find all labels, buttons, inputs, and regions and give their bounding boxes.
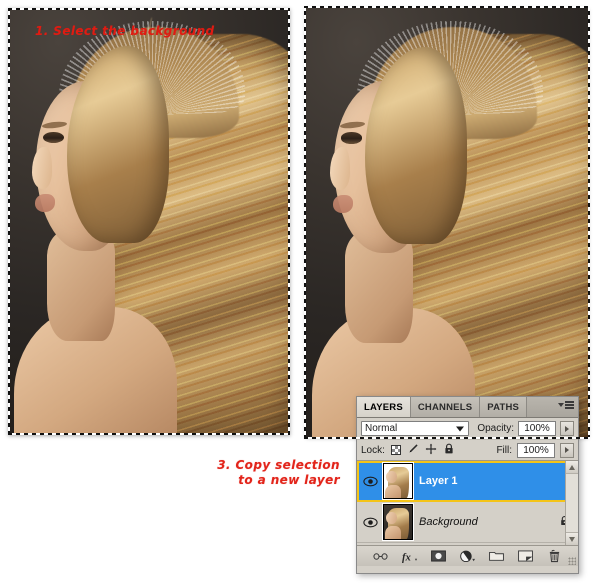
layer-thumbnail[interactable] — [383, 463, 413, 499]
lock-transparent-pixels-icon[interactable] — [390, 445, 401, 455]
layer-name: Layer 1 — [419, 475, 458, 487]
canvas-right[interactable]: 2. inverse selection — [304, 6, 590, 439]
panel-menu-triangle-icon — [558, 402, 564, 407]
layer-visibility-toggle[interactable] — [359, 476, 381, 487]
tab-paths[interactable]: PATHS — [480, 397, 528, 417]
nose — [31, 146, 52, 190]
lock-image-pixels-icon[interactable] — [407, 443, 419, 458]
panel-resize-grip[interactable] — [568, 557, 576, 565]
canvas-left[interactable]: 1. Select the background — [8, 8, 290, 435]
panel-menu-lines-icon — [565, 401, 574, 409]
eye — [341, 132, 363, 144]
canvas-right-image — [306, 8, 588, 437]
layer-styles-fx-icon[interactable]: fx — [402, 548, 418, 564]
svg-text:fx: fx — [402, 552, 412, 563]
layer-visibility-toggle[interactable] — [359, 517, 381, 528]
layer-thumbnail[interactable] — [383, 504, 413, 540]
canvas-left-image — [8, 8, 290, 435]
triangle-down-glyph — [569, 536, 575, 542]
layer-name: Background — [419, 516, 478, 528]
tab-channels-label: CHANNELS — [417, 402, 473, 413]
fill-input[interactable]: 100% — [517, 442, 555, 458]
scroll-up-arrow-icon[interactable] — [565, 461, 578, 474]
opacity-label: Opacity: — [477, 423, 514, 434]
callout-step-1: 1. Select the background — [35, 24, 215, 38]
link-layers-icon[interactable] — [373, 548, 389, 564]
tab-paths-label: PATHS — [487, 402, 520, 413]
blend-opacity-row: Normal Opacity: 100% — [357, 418, 578, 440]
eye-icon — [362, 476, 378, 486]
lock-fill-row: Lock: Fill: 100% — [357, 440, 578, 461]
add-layer-mask-icon[interactable] — [431, 548, 447, 564]
lips — [332, 194, 353, 213]
scroll-down-arrow-icon[interactable] — [565, 532, 578, 545]
tab-layers-label: LAYERS — [364, 402, 403, 413]
opacity-stepper-button[interactable] — [560, 421, 574, 436]
layer-row[interactable]: Layer 1 — [357, 461, 578, 502]
new-adjustment-layer-icon[interactable] — [459, 548, 476, 564]
portrait-scene-left — [8, 8, 290, 435]
fill-label: Fill: — [496, 444, 512, 456]
callout-step-3: 3. Copy selection to a new layer — [217, 458, 340, 487]
chevron-down-icon — [456, 426, 464, 431]
opacity-input[interactable]: 100% — [518, 421, 556, 436]
lock-label: Lock: — [361, 444, 385, 456]
tab-channels[interactable]: CHANNELS — [410, 397, 481, 417]
layer-row[interactable]: Background — [357, 502, 578, 543]
layers-panel[interactable]: LAYERS CHANNELS PATHS Normal Opacity: 10… — [356, 396, 579, 574]
triangle-up-glyph — [569, 464, 575, 470]
new-layer-icon[interactable] — [518, 548, 534, 564]
layer-list[interactable]: Layer 1 Background — [357, 461, 578, 546]
fill-value: 100% — [523, 444, 549, 456]
panel-menu-icon[interactable] — [558, 401, 574, 409]
opacity-value: 100% — [524, 423, 550, 434]
lock-icon-group — [390, 443, 455, 458]
layer-thumbnail-image — [384, 464, 412, 498]
portrait-scene-right — [306, 8, 588, 437]
lips — [34, 193, 55, 212]
nose — [329, 147, 350, 191]
tab-layers[interactable]: LAYERS — [357, 397, 411, 417]
delete-layer-icon[interactable] — [547, 548, 563, 564]
eye-icon — [362, 517, 378, 527]
panel-tab-row: LAYERS CHANNELS PATHS — [357, 397, 578, 418]
layers-panel-footer: fx — [357, 546, 578, 566]
triangle-right-icon — [565, 447, 569, 453]
triangle-right-icon — [565, 425, 569, 432]
blend-mode-value: Normal — [365, 423, 398, 434]
lock-position-icon[interactable] — [425, 443, 437, 458]
lock-all-icon[interactable] — [443, 443, 455, 458]
blend-mode-select[interactable]: Normal — [361, 421, 469, 436]
layer-thumbnail-image — [384, 505, 412, 539]
new-group-icon[interactable] — [489, 548, 505, 564]
fill-stepper-button[interactable] — [560, 442, 574, 458]
layer-list-scrollbar[interactable] — [565, 461, 578, 545]
